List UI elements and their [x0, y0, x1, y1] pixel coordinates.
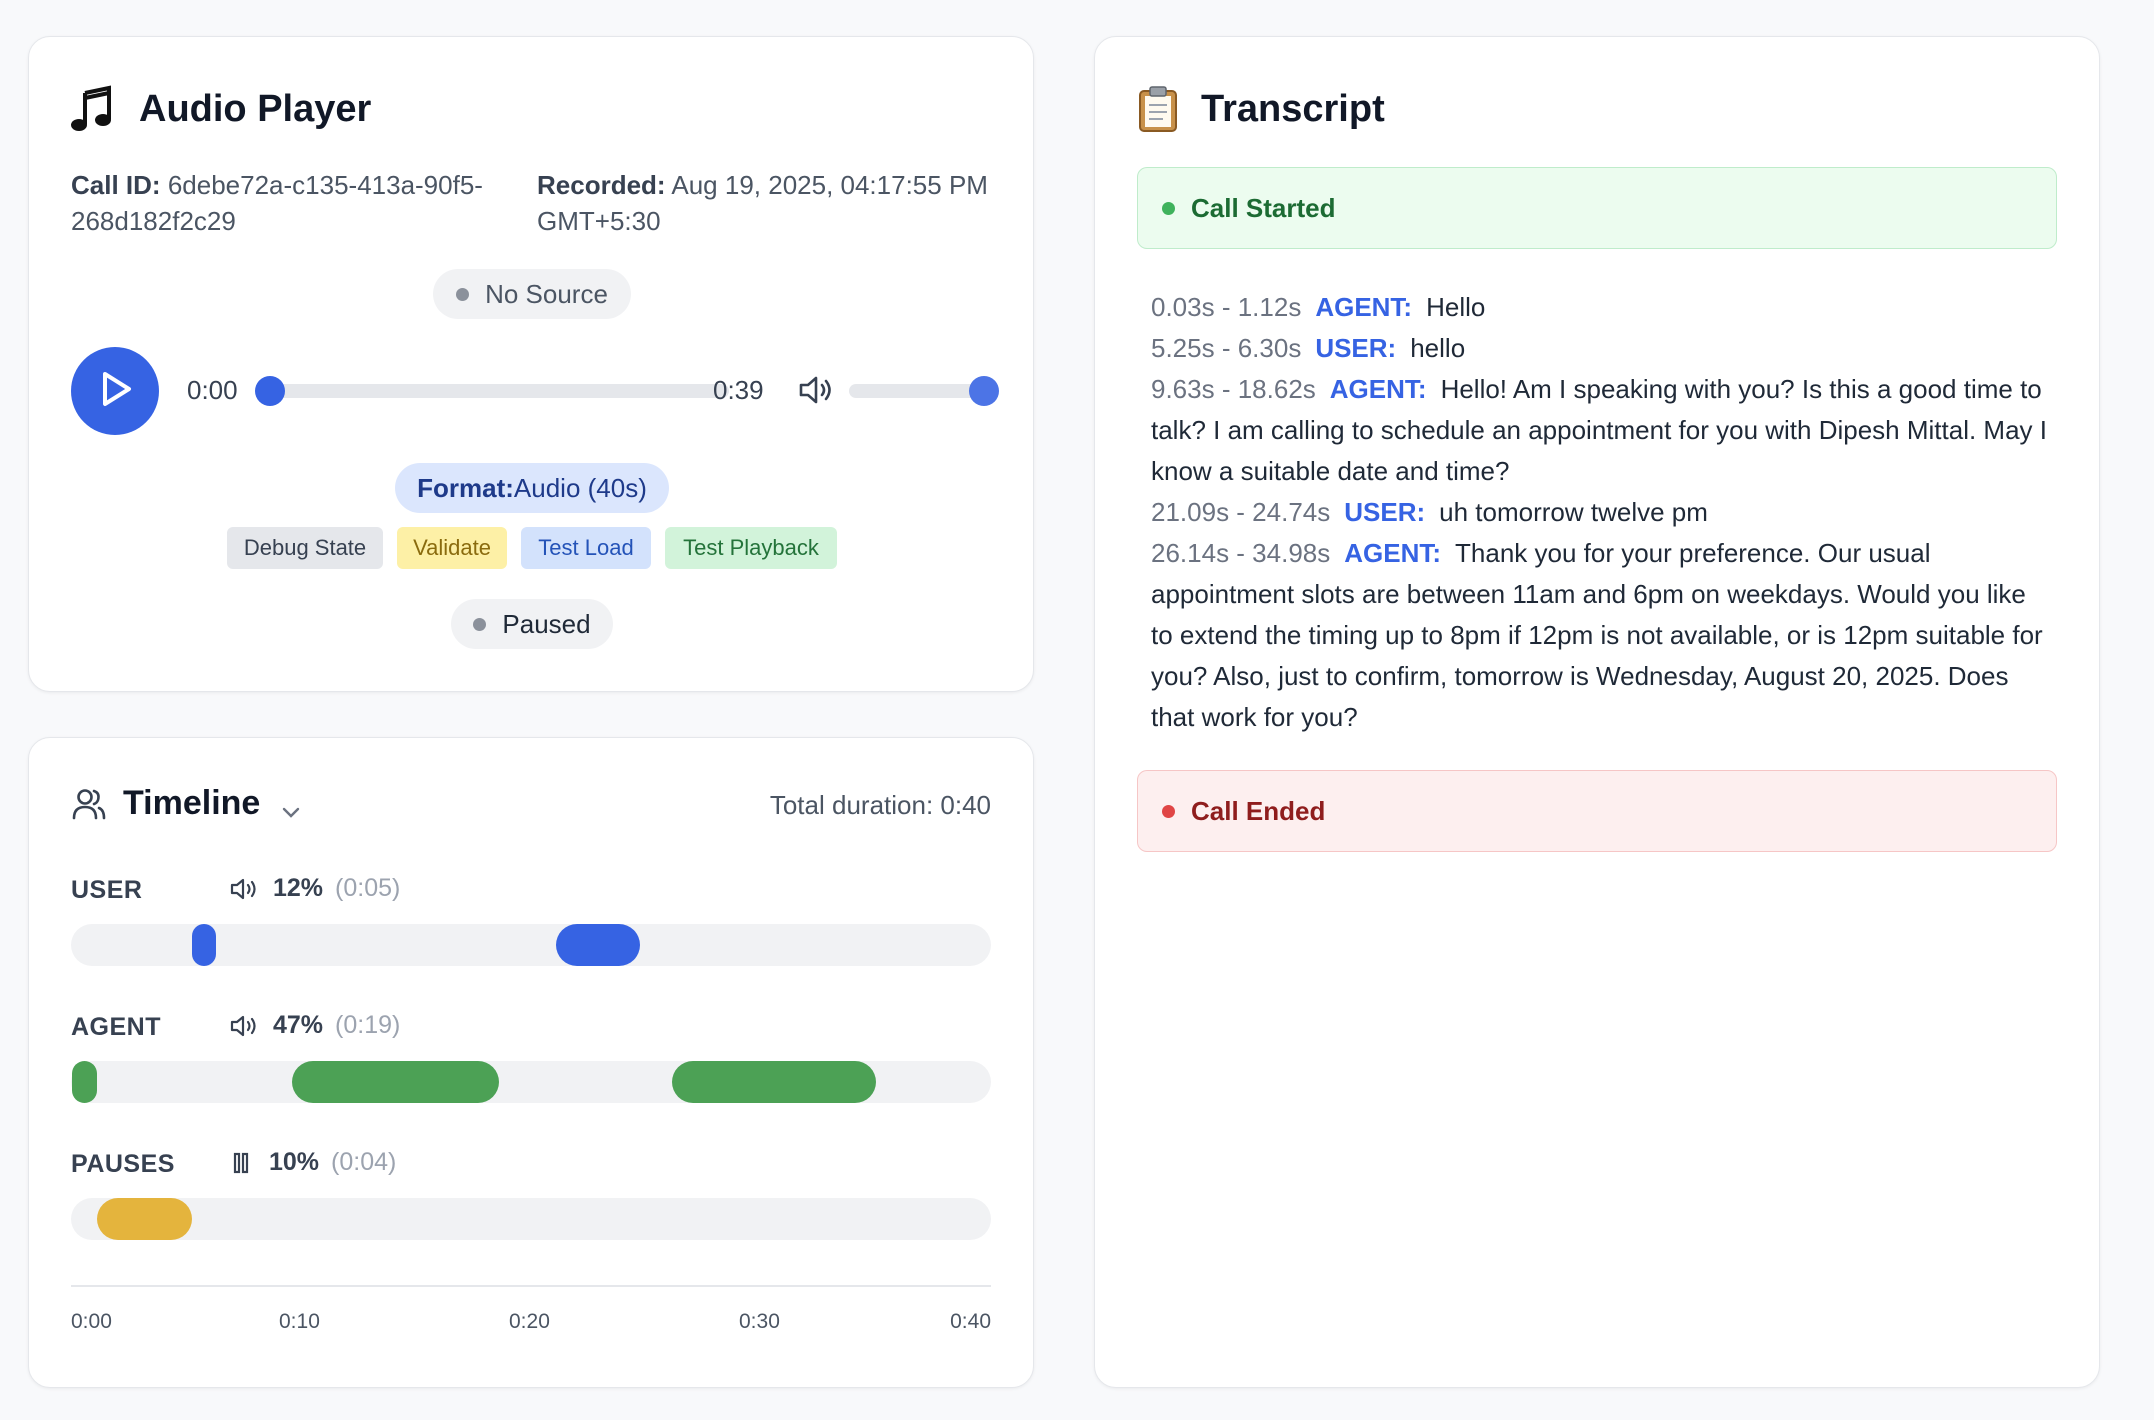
entry-time: 9.63s - 18.62s [1151, 374, 1316, 404]
music-note-icon [71, 85, 119, 133]
transcript-entry: 21.09s - 24.74s USER: uh tomorrow twelve p… [1151, 492, 2051, 533]
recorded-value-2: GMT+5:30 [537, 206, 661, 236]
status-dot [456, 287, 470, 301]
recorded-label: Recorded: [537, 170, 666, 200]
call-started-event: Call Started [1137, 167, 2057, 249]
timeline-segment[interactable] [292, 1061, 500, 1103]
track-stats: 12% (0:05) [229, 874, 400, 903]
source-status-text: No Source [485, 278, 608, 309]
test-playback-button[interactable]: Test Playback [665, 527, 837, 569]
axis-tick-label: 0:40 [950, 1310, 991, 1333]
axis-divider [71, 1285, 991, 1287]
entry-speaker: AGENT: [1344, 538, 1442, 568]
track-percent: 47% [273, 1011, 324, 1039]
test-load-button[interactable]: Test Load [521, 527, 651, 569]
call-id-value-1: 6debe72a-c135-413a-90f5- [167, 170, 483, 200]
axis-tick-label: 0:10 [279, 1310, 320, 1333]
track-bar[interactable] [71, 1198, 991, 1240]
users-icon [71, 786, 107, 822]
track-label: AGENT [71, 1013, 161, 1041]
progress-track[interactable] [255, 376, 729, 406]
progress-thumb[interactable] [255, 376, 285, 406]
track-stats: 10% (0:04) [229, 1148, 396, 1177]
entry-time: 5.25s - 6.30s [1151, 333, 1302, 363]
entry-speaker: USER: [1344, 497, 1426, 527]
track-bar[interactable] [71, 1061, 991, 1103]
volume-icon[interactable] [797, 373, 835, 412]
entry-text: uh tomorrow twelve pm [1439, 497, 1708, 527]
track-label: PAUSES [71, 1150, 175, 1178]
entry-time: 21.09s - 24.74s [1151, 497, 1331, 527]
play-button[interactable] [71, 347, 159, 435]
entry-time: 26.14s - 34.98s [1151, 538, 1331, 568]
entry-time: 0.03s - 1.12s [1151, 292, 1302, 322]
timeline-segment[interactable] [71, 1061, 97, 1103]
transcript-title: Transcript [1201, 87, 1385, 130]
status-dot [1162, 201, 1175, 215]
timeline-title: Timeline [123, 784, 261, 822]
transcript-card: Transcript Call Started 0.03s - 1.12s AGE… [1094, 36, 2100, 1388]
track-duration: (0:04) [331, 1148, 397, 1176]
entry-speaker: USER: [1315, 333, 1397, 363]
volume-slider[interactable] [849, 376, 999, 406]
entry-text: Hello [1426, 292, 1486, 322]
speaker-icon [229, 1013, 259, 1039]
track-bar[interactable] [71, 924, 991, 966]
format-badge: Format: Audio (40s) [395, 463, 669, 513]
track-label: USER [71, 876, 143, 904]
total-time: 0:39 [713, 375, 764, 405]
entry-speaker: AGENT: [1329, 374, 1427, 404]
call-id-value-2: 268d182f2c29 [71, 206, 236, 236]
volume-thumb[interactable] [969, 376, 999, 406]
audio-player-card: Audio Player Call ID: 6debe72a-c135-413a… [28, 36, 1034, 692]
call-id-label: Call ID: [71, 170, 161, 200]
axis-tick-label: 0:30 [739, 1310, 780, 1333]
playback-status-badge: Paused [451, 599, 613, 649]
audio-player-header: Audio Player [71, 85, 371, 133]
transcript-entry: 5.25s - 6.30s USER: hello [1151, 328, 2051, 369]
transcript-entry: 9.63s - 18.62s AGENT: Hello! Am I speaking… [1151, 369, 2051, 492]
format-label: Format: [417, 472, 514, 503]
call-id: Call ID: 6debe72a-c135-413a-90f5- 268d18… [71, 167, 531, 239]
transcript-header: Transcript [1137, 85, 1385, 133]
call-ended-event: Call Ended [1137, 770, 2057, 852]
axis-tick-label: 0:20 [509, 1310, 550, 1333]
timeline-segment[interactable] [556, 924, 640, 966]
pause-icon [229, 1150, 255, 1176]
playback-status-text: Paused [502, 608, 591, 639]
call-ended-text: Call Ended [1191, 795, 1326, 826]
track-stats: 47% (0:19) [229, 1011, 400, 1040]
speaker-icon [229, 876, 259, 902]
play-icon [95, 369, 135, 414]
format-value: Audio (40s) [513, 472, 647, 503]
recorded-at: Recorded: Aug 19, 2025, 04:17:55 PM GMT+… [537, 167, 1007, 239]
status-dot [1162, 804, 1175, 818]
track-percent: 12% [273, 874, 324, 902]
transcript-entries: 0.03s - 1.12s AGENT: Hello 5.25s - 6.30s USE… [1151, 287, 2051, 738]
current-time: 0:00 [187, 375, 238, 405]
timeline-segment[interactable] [672, 1061, 876, 1103]
debug-state-button[interactable]: Debug State [227, 527, 383, 569]
total-duration: Total duration: 0:40 [769, 790, 991, 820]
clipboard-icon [1137, 85, 1181, 133]
transcript-entry: 26.14s - 34.98s AGENT: Thank you for your … [1151, 533, 2051, 738]
status-dot [473, 617, 487, 631]
timeline-header[interactable]: Timeline [71, 784, 302, 823]
track-duration: (0:19) [335, 1011, 401, 1039]
entry-speaker: AGENT: [1315, 292, 1413, 322]
timeline-segment[interactable] [96, 1198, 192, 1240]
track-percent: 10% [269, 1148, 320, 1176]
timeline-card: Timeline Total duration: 0:40 USER 12% (0:… [28, 737, 1034, 1388]
audio-player-title: Audio Player [139, 87, 372, 130]
transcript-entry: 0.03s - 1.12s AGENT: Hello [1151, 287, 2051, 328]
recorded-value-1: Aug 19, 2025, 04:17:55 PM [671, 170, 988, 200]
call-started-text: Call Started [1191, 192, 1336, 223]
timeline-segment[interactable] [191, 924, 216, 966]
axis-tick-label: 0:00 [71, 1310, 112, 1333]
validate-button[interactable]: Validate [397, 527, 507, 569]
source-status-badge: No Source [433, 269, 631, 319]
track-duration: (0:05) [335, 874, 401, 902]
entry-text: hello [1410, 333, 1466, 363]
chevron-down-icon[interactable] [280, 793, 302, 818]
